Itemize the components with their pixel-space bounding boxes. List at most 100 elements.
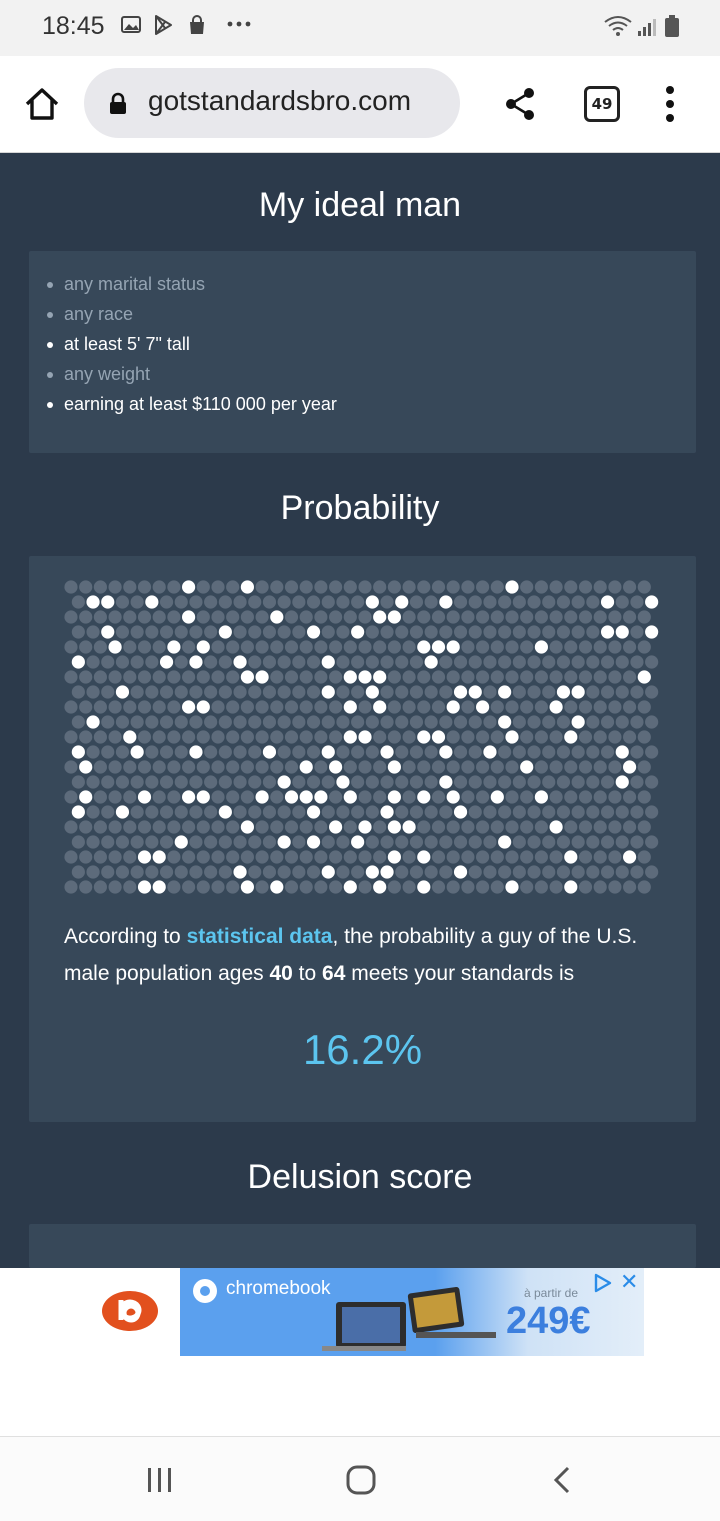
dot-match	[468, 685, 482, 699]
recent-apps-icon[interactable]	[146, 1467, 174, 1493]
criteria-item: earning at least $110 000 per year	[47, 389, 696, 419]
dot	[358, 580, 372, 594]
dot	[137, 580, 152, 594]
dot	[549, 880, 563, 894]
dot	[630, 805, 644, 819]
dot	[248, 775, 262, 789]
dot	[123, 790, 137, 804]
dot	[431, 610, 446, 624]
dot-match	[115, 805, 130, 819]
dot	[299, 880, 313, 894]
dot	[395, 865, 409, 879]
dot-match	[123, 730, 137, 744]
dot	[498, 745, 512, 759]
dot-match	[637, 670, 651, 684]
dot	[476, 580, 490, 594]
dot	[159, 715, 174, 729]
dot	[284, 820, 299, 834]
dot	[314, 730, 328, 744]
dot-match	[108, 640, 122, 654]
tab-switcher-button[interactable]: 49	[584, 86, 620, 122]
dot	[306, 685, 321, 699]
dot	[115, 625, 130, 639]
dot	[461, 790, 475, 804]
dot	[578, 790, 593, 804]
dot-match	[343, 700, 357, 714]
dot	[108, 820, 122, 834]
dot	[483, 715, 497, 729]
dot	[453, 715, 468, 729]
dot-match	[71, 805, 85, 819]
dot	[226, 580, 240, 594]
home-icon[interactable]	[22, 84, 62, 124]
dot	[204, 775, 218, 789]
dot	[439, 655, 453, 669]
dot	[446, 760, 460, 774]
dot	[446, 880, 460, 894]
dot	[542, 805, 556, 819]
dot	[505, 760, 519, 774]
status-time: 18:45	[42, 12, 105, 40]
dot	[527, 655, 541, 669]
dot-match	[299, 760, 313, 774]
dot	[233, 775, 247, 789]
dot	[593, 880, 607, 894]
dot	[402, 850, 416, 864]
ad-brand: chromebook	[226, 1278, 331, 1299]
dot	[395, 805, 409, 819]
dot	[174, 865, 188, 879]
dot	[233, 595, 247, 609]
dot	[174, 625, 188, 639]
dot-match	[600, 625, 615, 639]
ad-close-icon[interactable]: ✕	[620, 1270, 638, 1295]
adchoices-icon[interactable]	[592, 1272, 614, 1294]
population-dot-grid	[64, 580, 659, 894]
dot	[123, 610, 137, 624]
dot-match	[498, 685, 512, 699]
dot-match	[439, 595, 453, 609]
dot	[608, 730, 622, 744]
dot	[79, 700, 93, 714]
dot	[255, 610, 269, 624]
dot-match	[86, 715, 100, 729]
dot	[226, 670, 240, 684]
address-bar[interactable]: gotstandardsbro.com	[84, 68, 460, 138]
dot	[534, 820, 548, 834]
dot	[314, 880, 328, 894]
dot-match	[358, 820, 372, 834]
dot	[505, 640, 519, 654]
dot	[402, 610, 416, 624]
dot	[645, 655, 659, 669]
ad-banner[interactable]: chromebook à partir de 249€ ✕	[180, 1268, 644, 1356]
dot	[64, 610, 78, 624]
dot	[299, 610, 313, 624]
dot	[64, 730, 78, 744]
dot	[424, 715, 438, 729]
dot	[292, 685, 306, 699]
dot	[284, 580, 299, 594]
boulanger-logo-icon[interactable]	[100, 1288, 160, 1334]
dot-match	[365, 595, 379, 609]
dot	[336, 595, 350, 609]
home-nav-icon[interactable]	[345, 1464, 377, 1496]
share-icon[interactable]	[502, 86, 538, 122]
dot	[373, 790, 387, 804]
dot	[637, 580, 651, 594]
dot	[520, 790, 534, 804]
dot	[586, 625, 600, 639]
dot	[395, 775, 409, 789]
dot	[380, 775, 394, 789]
dot	[409, 805, 424, 819]
dot-match	[365, 685, 379, 699]
dot	[586, 715, 600, 729]
back-icon[interactable]	[552, 1465, 572, 1495]
menu-icon[interactable]	[664, 84, 676, 124]
dot	[593, 760, 607, 774]
dot	[490, 820, 504, 834]
dot	[431, 760, 446, 774]
dot	[527, 595, 541, 609]
dot-match	[549, 820, 563, 834]
dot	[86, 745, 100, 759]
dot	[277, 595, 291, 609]
statistical-data-link[interactable]: statistical data	[187, 925, 333, 948]
